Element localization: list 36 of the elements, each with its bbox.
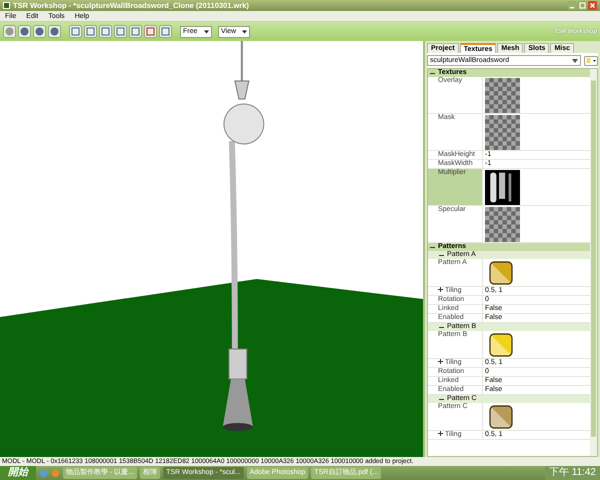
- texture-thumbnail[interactable]: [485, 78, 520, 113]
- tool-icon[interactable]: [84, 25, 97, 38]
- viewport[interactable]: [0, 41, 425, 457]
- caret-icon: [204, 30, 209, 34]
- collapse-icon[interactable]: [439, 396, 444, 402]
- new-item-icon[interactable]: [584, 56, 598, 66]
- pattern-swatch[interactable]: [489, 405, 513, 429]
- minimize-icon[interactable]: [568, 0, 577, 10]
- tool-icon[interactable]: [144, 25, 157, 38]
- tool-icon[interactable]: [129, 25, 142, 38]
- tool-icon[interactable]: [159, 25, 172, 38]
- texture-thumbnail[interactable]: [485, 170, 520, 205]
- collapse-icon[interactable]: [439, 324, 444, 330]
- sphere-icon[interactable]: [33, 25, 46, 38]
- collapse-icon[interactable]: [430, 70, 435, 76]
- start-button[interactable]: 開始: [0, 466, 36, 480]
- sphere-icon[interactable]: [18, 25, 31, 38]
- expand-icon[interactable]: [438, 431, 443, 436]
- caret-icon: [572, 58, 578, 62]
- tool-icon[interactable]: [114, 25, 127, 38]
- scrollbar[interactable]: [590, 69, 597, 456]
- texture-thumbnail[interactable]: [485, 115, 520, 150]
- close-icon[interactable]: [588, 0, 597, 10]
- sphere-icon[interactable]: [48, 25, 61, 38]
- expand-icon[interactable]: [438, 287, 443, 292]
- maximize-icon[interactable]: [578, 0, 587, 10]
- texture-thumbnail[interactable]: [485, 207, 520, 242]
- pattern-swatch[interactable]: [489, 261, 513, 285]
- sphere-icon[interactable]: [3, 25, 16, 38]
- expand-icon[interactable]: [438, 359, 443, 364]
- tool-icon[interactable]: [99, 25, 112, 38]
- pattern-swatch[interactable]: [489, 333, 513, 357]
- app-icon: [3, 2, 10, 9]
- tool-icon[interactable]: [69, 25, 82, 38]
- clock: 下午 11:42: [548, 467, 596, 478]
- caret-icon: [242, 30, 247, 34]
